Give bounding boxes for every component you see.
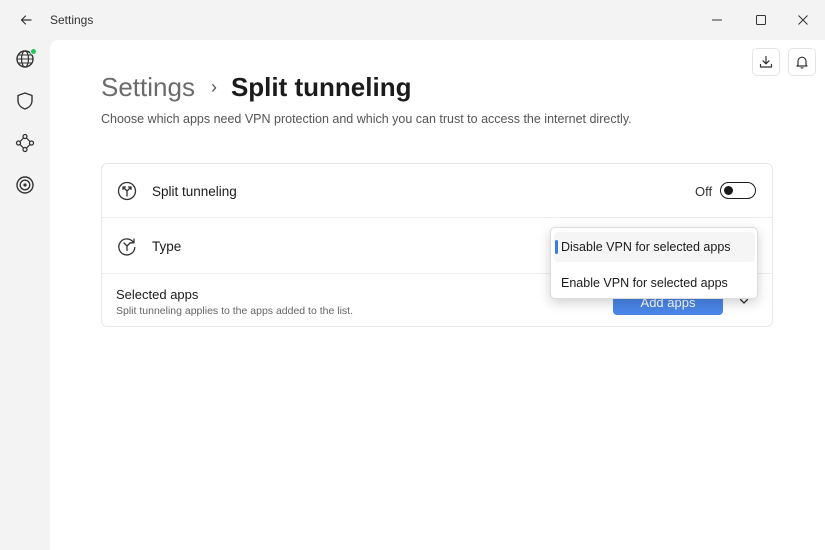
breadcrumb-parent[interactable]: Settings xyxy=(101,72,195,103)
page-description: Choose which apps need VPN protection an… xyxy=(101,112,632,126)
sidebar-item-vpn[interactable] xyxy=(13,47,37,71)
title-bar: Settings xyxy=(0,0,825,40)
selected-apps-subtitle: Split tunneling applies to the apps adde… xyxy=(116,305,353,317)
split-arrows-icon xyxy=(116,180,138,202)
back-button[interactable] xyxy=(14,8,38,32)
split-tunneling-row: Split tunneling Off xyxy=(102,164,772,218)
split-tunneling-label: Split tunneling xyxy=(152,184,237,199)
type-label: Type xyxy=(152,239,182,254)
arrow-left-icon xyxy=(20,15,32,25)
maximize-button[interactable] xyxy=(746,8,776,32)
toggle-state-label: Off xyxy=(695,184,713,199)
dropdown-option-label: Disable VPN for selected apps xyxy=(561,240,731,254)
target-icon xyxy=(16,176,34,194)
type-icon xyxy=(116,235,138,257)
sidebar-item-threat-protection[interactable] xyxy=(13,173,37,197)
notifications-button[interactable] xyxy=(788,48,816,76)
sidebar-item-meshnet[interactable] xyxy=(13,131,37,155)
split-tunneling-toggle[interactable] xyxy=(720,182,756,199)
sidebar-item-protection[interactable] xyxy=(13,89,37,113)
minimize-button[interactable] xyxy=(702,8,732,32)
dropdown-option-label: Enable VPN for selected apps xyxy=(561,276,728,290)
toggle-knob xyxy=(724,185,733,195)
type-dropdown-menu: Disable VPN for selected apps Enable VPN… xyxy=(550,227,758,299)
selected-apps-title: Selected apps xyxy=(116,287,199,302)
minimize-icon xyxy=(712,19,722,21)
maximize-icon xyxy=(756,15,766,25)
sidebar-rail xyxy=(0,40,50,550)
mesh-network-icon xyxy=(15,133,35,153)
dropdown-option-disable-vpn[interactable]: Disable VPN for selected apps xyxy=(554,232,755,262)
bell-icon xyxy=(796,56,808,69)
shield-icon xyxy=(17,92,33,110)
selection-indicator xyxy=(555,240,558,254)
page-title: Split tunneling xyxy=(230,72,412,102)
breadcrumb: Settings › Split tunneling xyxy=(101,72,411,103)
download-icon xyxy=(759,55,773,68)
app-title: Settings xyxy=(50,13,94,27)
download-button[interactable] xyxy=(752,48,780,76)
dropdown-option-enable-vpn[interactable]: Enable VPN for selected apps xyxy=(554,268,755,298)
close-button[interactable] xyxy=(788,8,818,32)
connection-status-dot xyxy=(30,48,37,55)
close-icon xyxy=(798,15,808,25)
breadcrumb-separator: › xyxy=(210,77,217,97)
